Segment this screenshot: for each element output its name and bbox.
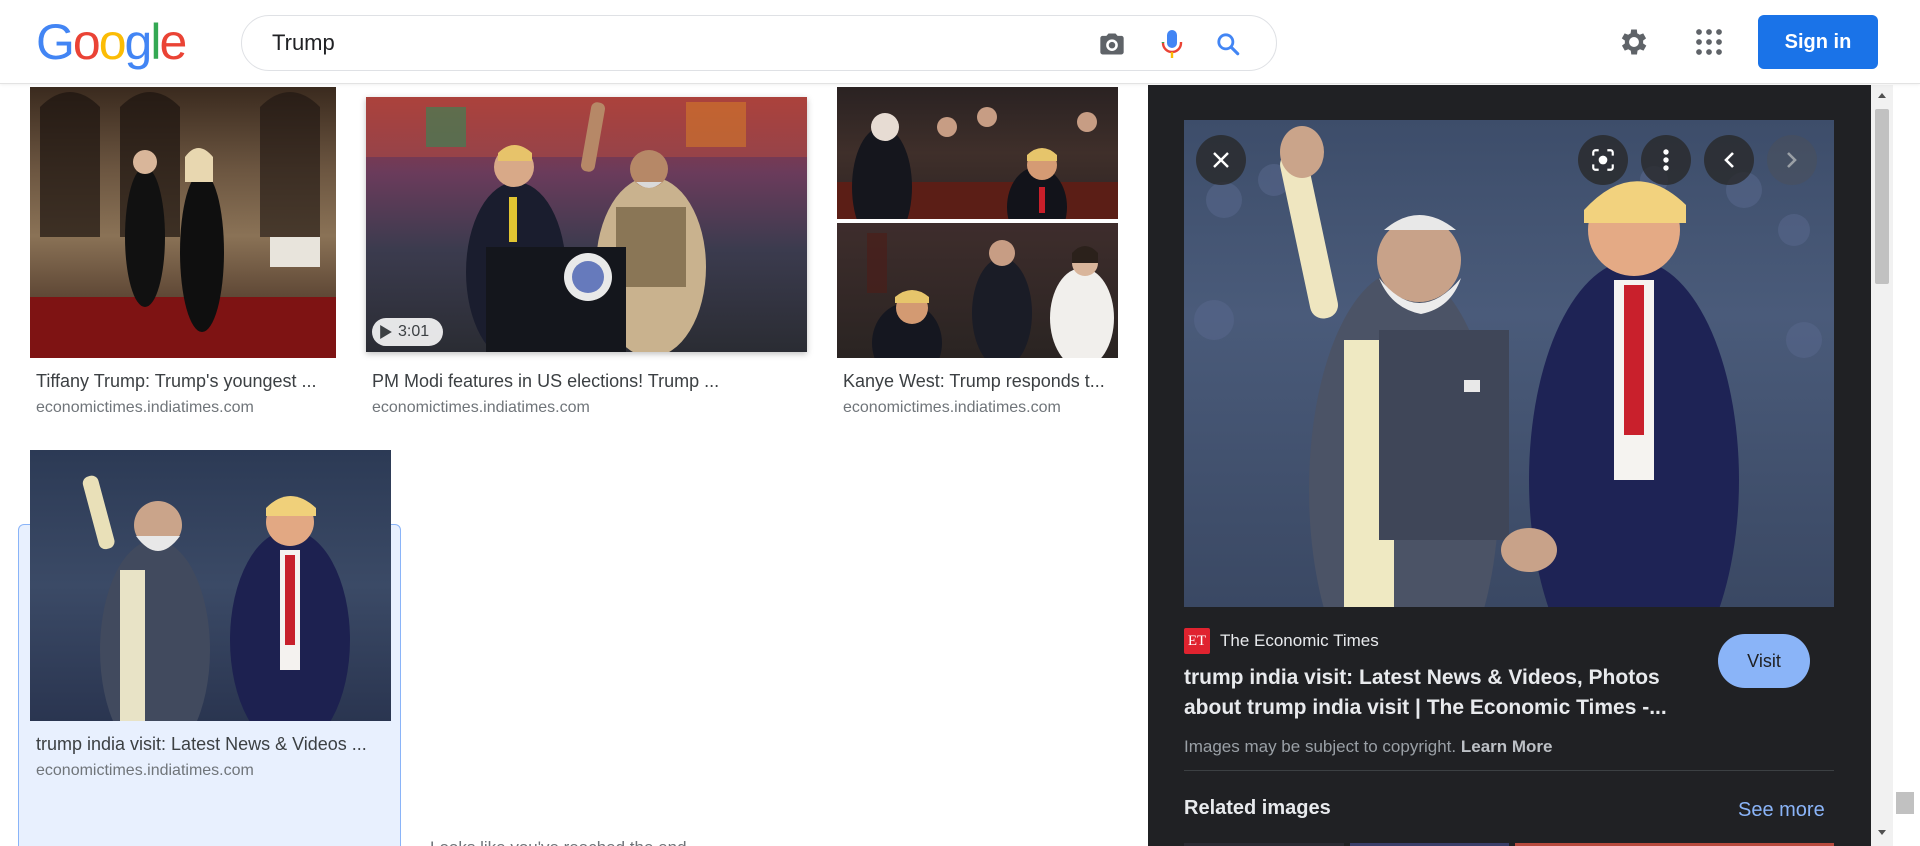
chevron-left-icon [1724,152,1734,168]
scroll-up-arrow-icon[interactable] [1876,89,1888,101]
lens-icon [1592,149,1614,171]
close-icon [1213,152,1229,168]
search-box [241,15,1277,71]
image-result-card[interactable]: 3:01 PM Modi features in US elections! T… [366,87,807,427]
result-thumbnail[interactable] [837,223,1118,358]
divider [1184,770,1834,771]
result-title[interactable]: Kanye West: Trump responds t... [843,371,1118,392]
image-result-card[interactable]: trump india visit: Latest News & Videos … [30,450,391,790]
logo-letter: o [98,14,127,70]
preview-title-link[interactable]: trump india visit: Latest News & Videos,… [1184,663,1694,723]
video-duration: 3:01 [398,323,430,340]
source-logo: ET [1184,628,1210,654]
more-options-button[interactable] [1641,135,1691,185]
next-image-button[interactable] [1767,135,1817,185]
result-source: economictimes.indiatimes.com [36,762,254,779]
previous-image-button[interactable] [1704,135,1754,185]
result-title[interactable]: Tiffany Trump: Trump's youngest ... [36,371,334,392]
result-source: economictimes.indiatimes.com [843,399,1061,416]
result-thumbnail[interactable] [30,450,391,721]
logo-letter: o [72,14,101,70]
result-thumbnail[interactable] [837,87,1118,219]
video-duration-badge: 3:01 [372,318,444,346]
gear-icon[interactable] [1614,22,1654,62]
apps-grid-icon[interactable] [1689,22,1729,62]
logo-letter: l [150,14,161,70]
visit-button[interactable]: Visit [1718,634,1810,688]
more-options-icon [1663,149,1669,171]
result-thumbnail[interactable]: 3:01 [366,97,807,352]
image-result-card[interactable]: Kanye West: Trump responds t... economic… [837,87,1118,427]
image-preview-panel: ET The Economic Times trump india visit:… [1148,85,1871,846]
chevron-right-icon [1787,152,1797,168]
copyright-notice: Images may be subject to copyright. Lear… [1184,737,1553,757]
result-title[interactable]: PM Modi features in US elections! Trump … [372,371,804,392]
result-thumbnail[interactable] [30,87,336,358]
search-icon[interactable] [1212,28,1244,60]
mic-icon[interactable] [1156,28,1188,60]
scroll-down-arrow-icon[interactable] [1876,827,1888,839]
close-button[interactable] [1196,135,1246,185]
result-source: economictimes.indiatimes.com [372,399,590,416]
related-images-heading: Related images [1184,797,1331,819]
search-input[interactable] [272,16,1052,70]
camera-icon[interactable] [1096,28,1128,60]
logo-letter: g [124,14,153,70]
result-title[interactable]: trump india visit: Latest News & Videos … [36,734,388,755]
see-more-link[interactable]: See more [1738,799,1825,822]
source-row[interactable]: ET The Economic Times [1184,628,1379,654]
image-results-grid: Tiffany Trump: Trump's youngest ... econ… [0,85,1147,846]
sign-in-button[interactable]: Sign in [1758,15,1878,69]
play-icon [380,325,392,339]
panel-scrollbar[interactable] [1871,85,1893,846]
google-logo[interactable]: Google [36,14,187,70]
end-of-results-text: Looks like you've reached the end [430,838,687,846]
copyright-text: Images may be subject to copyright. [1184,737,1457,756]
window-edge [1893,0,1920,846]
logo-letter: e [159,14,187,70]
image-result-card[interactable]: Tiffany Trump: Trump's youngest ... econ… [30,87,336,427]
lens-button[interactable] [1578,135,1628,185]
page-scrollbar-thumb[interactable] [1896,792,1914,814]
logo-letter: G [36,14,75,70]
scrollbar-thumb[interactable] [1875,109,1889,284]
preview-image[interactable] [1184,120,1834,607]
result-source: economictimes.indiatimes.com [36,399,254,416]
top-bar: Google Sign in [0,0,1920,84]
source-name[interactable]: The Economic Times [1220,631,1379,651]
learn-more-link[interactable]: Learn More [1461,737,1553,756]
